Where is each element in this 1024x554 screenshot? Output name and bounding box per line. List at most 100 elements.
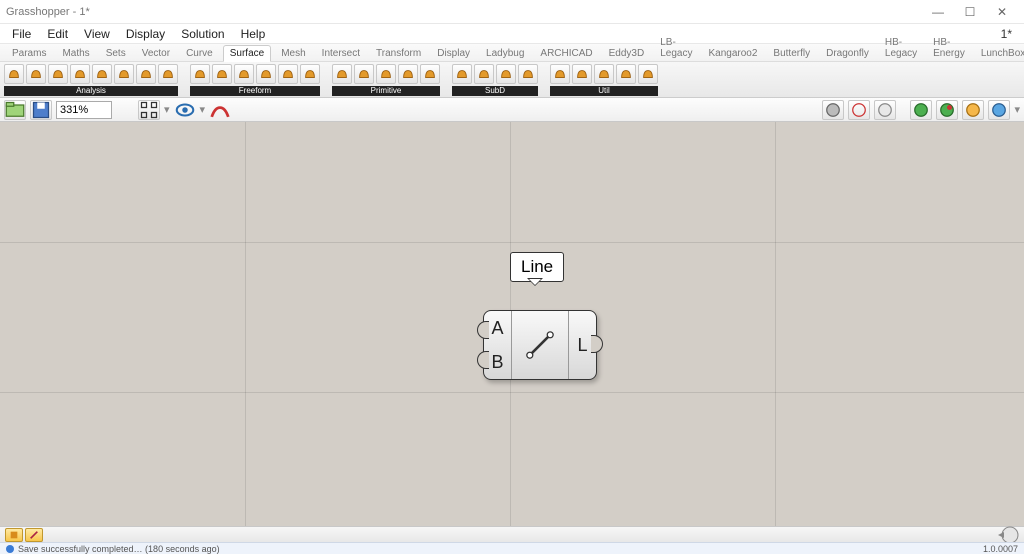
ribbon-tool-analysis-7[interactable] (158, 64, 178, 84)
ribbon-tool-primitive-3[interactable] (398, 64, 418, 84)
input-port-a[interactable] (477, 321, 489, 339)
ribbon-tab-surface[interactable]: Surface (223, 45, 271, 62)
ribbon-tool-primitive-0[interactable] (332, 64, 352, 84)
ribbon-group-analysis: Analysis (4, 64, 178, 96)
ribbon-tool-analysis-5[interactable] (114, 64, 134, 84)
component-outputs: L (568, 311, 596, 379)
ribbon-tool-subd-0[interactable] (452, 64, 472, 84)
ribbon-group-freeform: Freeform (190, 64, 320, 96)
ribbon-tool-freeform-1[interactable] (212, 64, 232, 84)
document-preview-button[interactable] (988, 100, 1010, 120)
ribbon-tool-subd-1[interactable] (474, 64, 494, 84)
open-file-button[interactable] (4, 100, 26, 120)
ribbon-tab-archicad[interactable]: ARCHICAD (534, 46, 598, 61)
menu-help[interactable]: Help (233, 25, 274, 43)
output-label-l: L (577, 335, 587, 356)
ribbon-toolbar: Analysis Freeform Primitive SubD Util (0, 62, 1024, 98)
ribbon-tab-sets[interactable]: Sets (100, 46, 132, 61)
preview-mesh-button[interactable] (936, 100, 958, 120)
preview-toggle-button[interactable] (174, 100, 196, 120)
app-title: Grasshopper - 1* (6, 6, 90, 18)
ribbon-tool-freeform-3[interactable] (256, 64, 276, 84)
ribbon-tool-util-2[interactable] (594, 64, 614, 84)
ribbon-tool-freeform-0[interactable] (190, 64, 210, 84)
minimize-button[interactable]: — (922, 5, 954, 19)
input-label-b: B (491, 352, 503, 373)
canvas-area[interactable]: Line A B L (0, 122, 1024, 526)
ribbon-tab-maths[interactable]: Maths (56, 46, 95, 61)
save-file-button[interactable] (30, 100, 52, 120)
ribbon-tool-analysis-6[interactable] (136, 64, 156, 84)
only-selected-button[interactable] (910, 100, 932, 120)
shaded-preview-button[interactable] (822, 100, 844, 120)
close-button[interactable]: ✕ (986, 5, 1018, 19)
input-port-b[interactable] (477, 351, 489, 369)
menu-solution[interactable]: Solution (173, 25, 232, 43)
sketch-widget-button[interactable] (25, 528, 43, 542)
input-label-a: A (491, 318, 503, 339)
ribbon-tab-vector[interactable]: Vector (136, 46, 176, 61)
ribbon-tab-ladybug[interactable]: Ladybug (480, 46, 530, 61)
ribbon-tool-subd-2[interactable] (496, 64, 516, 84)
ribbon-tab-display[interactable]: Display (431, 46, 476, 61)
ribbon-group-label: Analysis (4, 86, 178, 96)
doc-indicator: 1* (993, 25, 1020, 43)
ribbon-tool-analysis-3[interactable] (70, 64, 90, 84)
menu-view[interactable]: View (76, 25, 118, 43)
zoom-extents-button[interactable] (138, 100, 160, 120)
ribbon-tool-subd-3[interactable] (518, 64, 538, 84)
ribbon-tool-analysis-1[interactable] (26, 64, 46, 84)
canvas-toolbar: 331% ▾ ▾ ▾ (0, 98, 1024, 122)
ribbon-tab-intersect[interactable]: Intersect (316, 46, 366, 61)
maximize-button[interactable]: ☐ (954, 5, 986, 19)
status-bar: Save successfully completed… (180 second… (0, 542, 1024, 554)
ribbon-tool-util-1[interactable] (572, 64, 592, 84)
sketch-button[interactable] (209, 100, 231, 120)
ribbon-group-label: Util (550, 86, 658, 96)
wireframe-preview-button[interactable] (848, 100, 870, 120)
status-icon (6, 545, 14, 553)
ribbon-group-label: SubD (452, 86, 538, 96)
ribbon-tool-freeform-4[interactable] (278, 64, 298, 84)
ribbon-tool-analysis-4[interactable] (92, 64, 112, 84)
menu-edit[interactable]: Edit (39, 25, 76, 43)
ribbon-tool-primitive-2[interactable] (376, 64, 396, 84)
zoom-input[interactable]: 331% (56, 101, 112, 119)
ribbon-tab-strip: Params Maths Sets Vector Curve Surface Mesh Int… (0, 44, 1024, 62)
markov-widget-button[interactable] (5, 528, 23, 542)
menu-display[interactable]: Display (118, 25, 173, 43)
component-icon (512, 311, 568, 379)
ribbon-tool-util-0[interactable] (550, 64, 570, 84)
ribbon-group-label: Primitive (332, 86, 440, 96)
ribbon-tab-eddy3d[interactable]: Eddy3D (603, 46, 651, 61)
ribbon-tool-freeform-2[interactable] (234, 64, 254, 84)
ribbon-tool-primitive-1[interactable] (354, 64, 374, 84)
ribbon-tab-hb-energy[interactable]: HB-Energy (927, 35, 971, 61)
ribbon-tab-hb-legacy[interactable]: HB-Legacy (879, 35, 923, 61)
ribbon-tab-butterfly[interactable]: Butterfly (767, 46, 816, 61)
ribbon-tool-freeform-5[interactable] (300, 64, 320, 84)
ribbon-group-subd: SubD (452, 64, 538, 96)
bottom-bar (0, 526, 1024, 542)
ribbon-tab-mesh[interactable]: Mesh (275, 46, 311, 61)
ribbon-group-primitive: Primitive (332, 64, 440, 96)
preview-settings-button[interactable] (962, 100, 984, 120)
ribbon-tool-analysis-0[interactable] (4, 64, 24, 84)
ribbon-tab-transform[interactable]: Transform (370, 46, 427, 61)
menu-file[interactable]: File (4, 25, 39, 43)
line-component[interactable]: A B L (483, 310, 597, 380)
version-label: 1.0.0007 (983, 544, 1018, 554)
ribbon-tab-params[interactable]: Params (6, 46, 52, 61)
ribbon-tool-analysis-2[interactable] (48, 64, 68, 84)
ribbon-tool-util-3[interactable] (616, 64, 636, 84)
ribbon-tool-util-4[interactable] (638, 64, 658, 84)
ribbon-tab-dragonfly[interactable]: Dragonfly (820, 46, 875, 61)
ribbon-tab-lb-legacy[interactable]: LB-Legacy (654, 35, 698, 61)
ribbon-tab-curve[interactable]: Curve (180, 46, 219, 61)
ribbon-tab-kangaroo2[interactable]: Kangaroo2 (702, 46, 763, 61)
ribbon-tool-primitive-4[interactable] (420, 64, 440, 84)
title-bar: Grasshopper - 1* — ☐ ✕ (0, 0, 1024, 24)
no-preview-button[interactable] (874, 100, 896, 120)
menu-bar: File Edit View Display Solution Help 1* (0, 24, 1024, 44)
ribbon-tab-lunchbox[interactable]: LunchBox (975, 46, 1024, 61)
